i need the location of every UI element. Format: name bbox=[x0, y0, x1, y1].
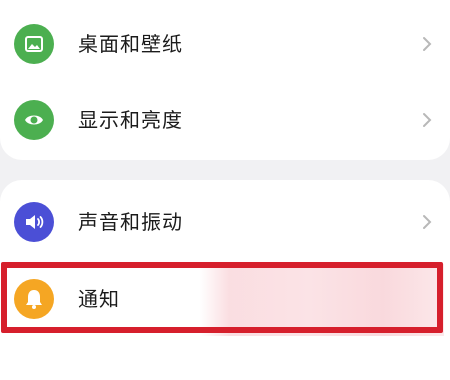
chevron-right-icon bbox=[423, 37, 432, 51]
settings-item-label: 桌面和壁纸 bbox=[78, 32, 183, 56]
settings-item-sound-vibration[interactable]: 声音和振动 bbox=[0, 182, 450, 262]
speaker-icon bbox=[14, 202, 54, 242]
settings-item-display-brightness[interactable]: 显示和亮度 bbox=[0, 80, 450, 160]
settings-item-label: 声音和振动 bbox=[78, 210, 183, 234]
settings-item-desktop-wallpaper[interactable]: 桌面和壁纸 bbox=[0, 4, 450, 84]
chevron-right-icon bbox=[423, 113, 432, 127]
settings-group-display: 桌面和壁纸 显示和亮度 bbox=[0, 0, 450, 160]
eye-icon bbox=[14, 100, 54, 140]
highlight-box bbox=[1, 262, 443, 333]
settings-item-label: 显示和亮度 bbox=[78, 108, 183, 132]
wallpaper-icon bbox=[14, 24, 54, 64]
chevron-right-icon bbox=[423, 215, 432, 229]
